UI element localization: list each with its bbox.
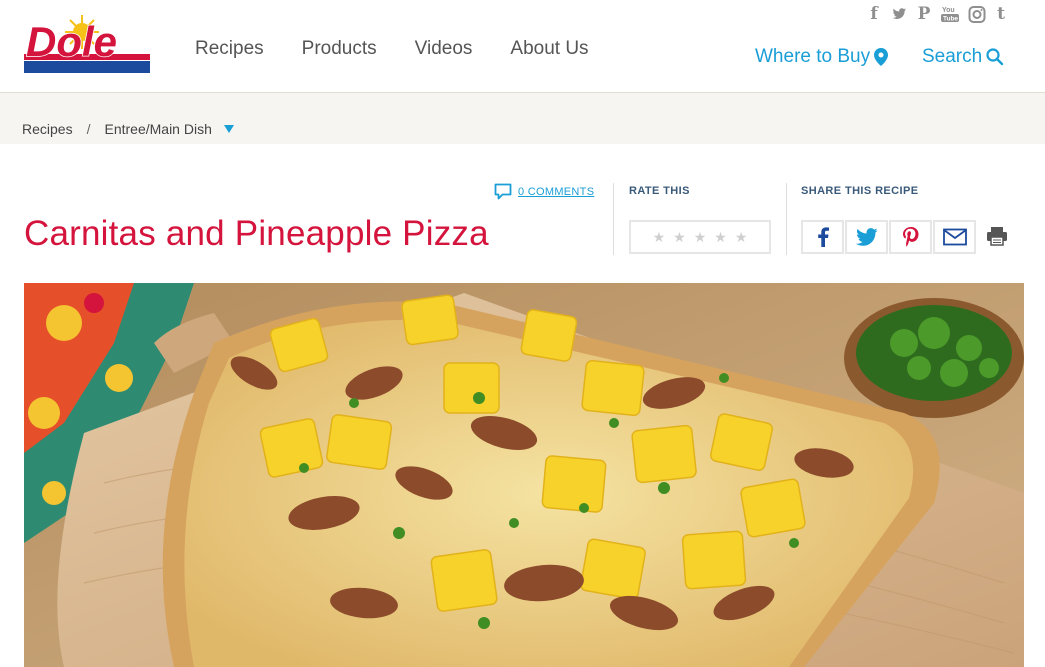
chevron-down-icon[interactable] [223,125,234,133]
where-to-buy-label: Where to Buy [755,46,871,67]
facebook-icon[interactable]: f [866,4,882,24]
comments-link[interactable]: 0 COMMENTS [494,183,594,200]
breadcrumb-current[interactable]: Entree/Main Dish [104,121,211,137]
star-rating[interactable]: ★ ★ ★ ★ ★ [629,220,771,254]
search-link[interactable]: Search [922,46,1004,68]
main-nav: Recipes Products Videos About Us [195,38,627,60]
search-icon [986,48,1004,66]
email-icon [942,228,967,246]
breadcrumb: Recipes / Entree/Main Dish [22,121,234,137]
breadcrumb-recipes[interactable]: Recipes [22,121,73,137]
facebook-icon [817,227,829,247]
print-button[interactable] [986,226,1008,251]
pinterest-icon [902,227,918,247]
search-label: Search [922,46,983,67]
recipe-hero-image [24,283,1024,667]
twitter-icon [855,228,877,246]
rate-this-label: RATE THIS [629,185,690,197]
star-icon[interactable]: ★ [694,229,707,246]
star-icon[interactable]: ★ [714,229,727,246]
breadcrumb-separator: / [86,121,91,137]
star-icon[interactable]: ★ [653,229,666,246]
share-email-button[interactable] [933,220,976,254]
map-pin-icon [874,48,889,66]
star-icon[interactable]: ★ [673,229,686,246]
divider [786,183,787,255]
pizza-photo [24,283,1024,667]
logo-text: Dole [26,18,117,65]
svg-text:Tube: Tube [943,16,958,23]
comments-count: 0 COMMENTS [518,185,595,198]
comment-icon [494,183,512,200]
nav-products[interactable]: Products [302,38,377,60]
nav-videos[interactable]: Videos [415,38,473,60]
where-to-buy-link[interactable]: Where to Buy [755,46,889,68]
breadcrumb-bar: Recipes / Entree/Main Dish [0,93,1045,144]
share-pinterest-button[interactable] [889,220,932,254]
nav-recipes[interactable]: Recipes [195,38,264,60]
pinterest-icon[interactable]: P [916,4,932,24]
star-icon[interactable]: ★ [735,229,748,246]
instagram-icon[interactable] [968,4,986,24]
site-header: Dole Recipes Products Videos About Us f … [0,0,1045,93]
nav-about-us[interactable]: About Us [510,38,588,60]
share-this-recipe-label: SHARE THIS RECIPE [801,185,919,197]
share-twitter-button[interactable] [845,220,888,254]
dole-logo[interactable]: Dole [24,14,150,76]
divider [613,183,614,255]
svg-text:You: You [942,7,955,14]
social-links: f P You Tube t [866,4,1009,24]
page-title: Carnitas and Pineapple Pizza [24,214,489,253]
share-buttons [801,220,977,254]
printer-icon [987,227,1007,246]
twitter-icon[interactable] [891,4,907,24]
share-facebook-button[interactable] [801,220,844,254]
youtube-icon[interactable]: You Tube [941,4,959,24]
tumblr-icon[interactable]: t [993,4,1009,24]
